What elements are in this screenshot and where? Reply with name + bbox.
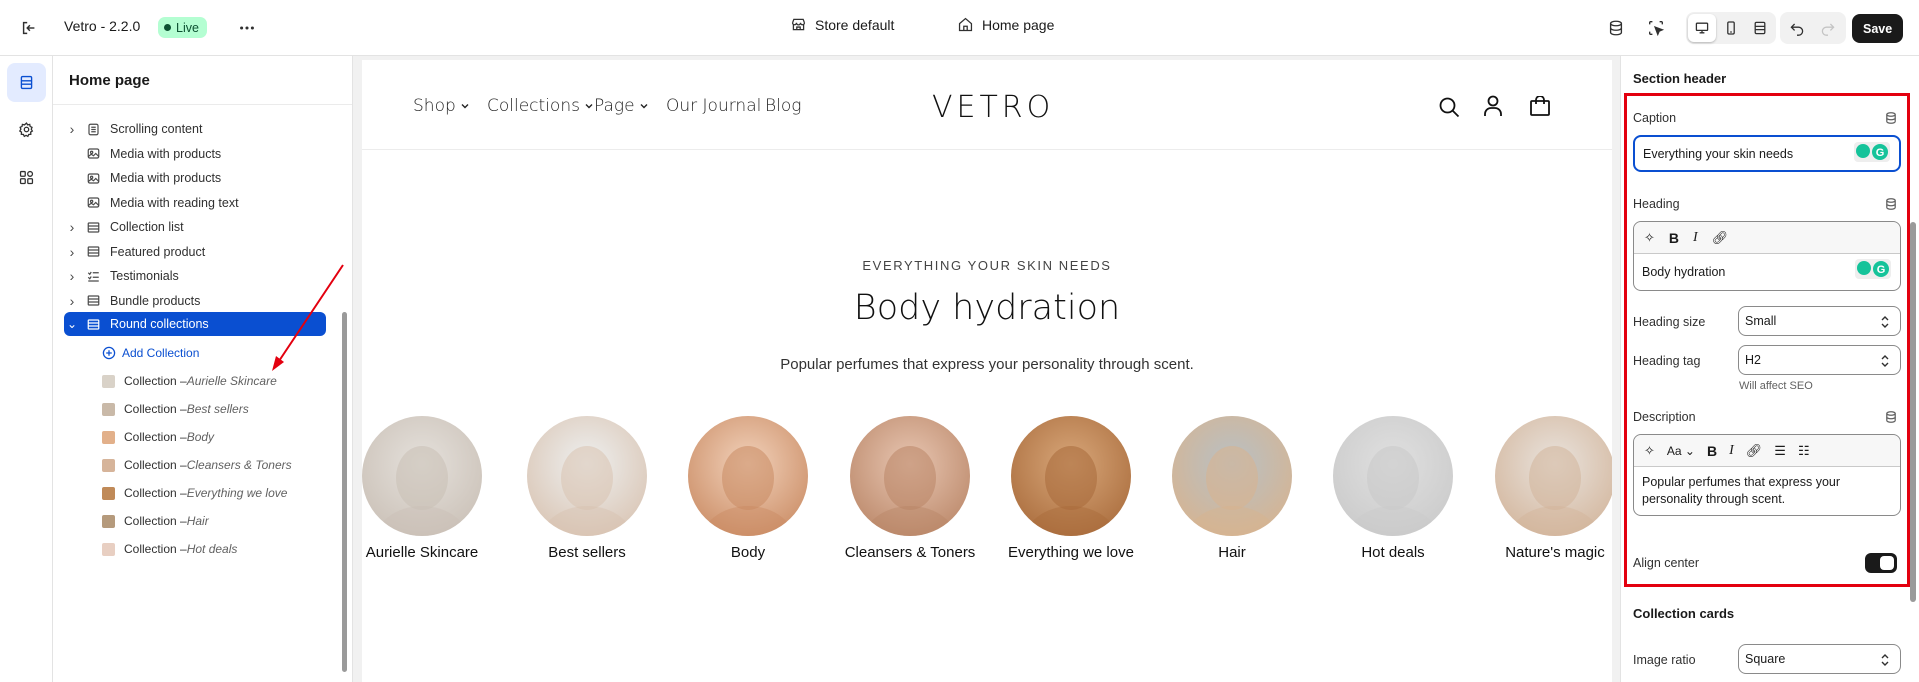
description-toolbar: ✧ Aa ⌄ B I 🔗︎ ☰ ☷ bbox=[1634, 435, 1900, 467]
section-header-title: Section header bbox=[1633, 71, 1727, 86]
align-center-toggle[interactable] bbox=[1865, 553, 1897, 573]
dynamic-source-icon[interactable] bbox=[1884, 410, 1898, 424]
dynamic-source-icon[interactable] bbox=[1884, 197, 1898, 211]
collection-image[interactable] bbox=[362, 416, 482, 536]
collection-title[interactable]: Body bbox=[668, 544, 828, 561]
section-caption: EVERYTHING YOUR SKIN NEEDS bbox=[862, 258, 1112, 273]
caption-label: Caption bbox=[1633, 111, 1677, 125]
select-arrows-icon bbox=[1881, 355, 1889, 367]
description-input[interactable]: Popular perfumes that express your perso… bbox=[1634, 467, 1900, 508]
heading-size-select[interactable]: Small bbox=[1738, 306, 1901, 336]
image-ratio-label: Image ratio bbox=[1633, 653, 1696, 667]
search-icon[interactable] bbox=[1438, 96, 1460, 118]
ai-sparkle-icon[interactable]: ✧ bbox=[1644, 230, 1655, 246]
heading-tag-label: Heading tag bbox=[1633, 354, 1701, 368]
ai-sparkle-icon[interactable]: ✧ bbox=[1644, 443, 1655, 459]
collection-title[interactable]: Hair bbox=[1152, 544, 1312, 561]
collection-image[interactable] bbox=[1495, 416, 1612, 536]
description-label: Description bbox=[1633, 410, 1696, 424]
chevron-down-icon bbox=[585, 104, 593, 109]
store-nav-item[interactable]: Our Journal bbox=[666, 96, 761, 116]
grammarly-icon[interactable]: G bbox=[1855, 259, 1891, 279]
collection-image[interactable] bbox=[1011, 416, 1131, 536]
caption-input[interactable]: Everything your skin needs G bbox=[1633, 135, 1901, 172]
settings-panel: Section header Caption Everything your s… bbox=[1620, 56, 1919, 682]
bullet-list-icon[interactable]: ☰ bbox=[1774, 443, 1786, 459]
collection-title[interactable]: Hot deals bbox=[1313, 544, 1473, 561]
collection-title[interactable]: Aurielle Skincare bbox=[362, 544, 502, 561]
collection-image[interactable] bbox=[850, 416, 970, 536]
dynamic-source-icon[interactable] bbox=[1884, 111, 1898, 125]
collection-title[interactable]: Best sellers bbox=[507, 544, 667, 561]
collection-image[interactable] bbox=[1333, 416, 1453, 536]
svg-text:G: G bbox=[1877, 264, 1886, 276]
cart-bag-icon[interactable] bbox=[1529, 96, 1551, 116]
section-heading: Body hydration bbox=[853, 288, 1121, 328]
collection-image[interactable] bbox=[1172, 416, 1292, 536]
link-icon[interactable]: 🔗︎ bbox=[1746, 443, 1763, 459]
chevron-down-icon bbox=[640, 104, 648, 109]
heading-tag-select[interactable]: H2 bbox=[1738, 345, 1901, 375]
bold-icon[interactable]: B bbox=[1669, 230, 1679, 246]
heading-size-label: Heading size bbox=[1633, 315, 1706, 329]
text-style-icon[interactable]: Aa ⌄ bbox=[1667, 444, 1695, 458]
store-nav-item[interactable]: Page bbox=[594, 96, 649, 116]
heading-label: Heading bbox=[1633, 197, 1680, 211]
italic-icon[interactable]: I bbox=[1729, 443, 1734, 459]
collection-cards-title: Collection cards bbox=[1633, 606, 1735, 621]
select-arrows-icon bbox=[1881, 654, 1889, 666]
account-icon[interactable] bbox=[1483, 95, 1503, 117]
store-logo[interactable]: VETRO bbox=[932, 90, 1054, 125]
right-scrollbar[interactable] bbox=[1910, 222, 1916, 602]
numbered-list-icon[interactable]: ☷ bbox=[1798, 443, 1810, 459]
heading-richtext: ✧ B I 🔗︎ Body hydration G bbox=[1633, 221, 1901, 291]
collection-title[interactable]: Cleansers & Toners bbox=[830, 544, 990, 561]
chevron-down-icon bbox=[461, 104, 469, 109]
description-richtext: ✧ Aa ⌄ B I 🔗︎ ☰ ☷ Popular perfumes that … bbox=[1633, 434, 1901, 516]
collection-title[interactable]: Everything we love bbox=[991, 544, 1151, 561]
collection-image[interactable] bbox=[688, 416, 808, 536]
section-description: Popular perfumes that express your perso… bbox=[780, 356, 1194, 373]
bold-icon[interactable]: B bbox=[1707, 443, 1717, 459]
store-nav-item[interactable]: Collections bbox=[487, 96, 594, 116]
align-center-label: Align center bbox=[1633, 556, 1700, 570]
store-nav-item[interactable]: Shop bbox=[413, 96, 470, 116]
collection-image[interactable] bbox=[527, 416, 647, 536]
store-header: VETRO Shop Collections Page Our Journal Blog bbox=[362, 60, 1612, 150]
heading-tag-help: Will affect SEO bbox=[1739, 380, 1813, 392]
italic-icon[interactable]: I bbox=[1693, 230, 1698, 246]
store-nav-item[interactable]: Blog bbox=[765, 96, 801, 116]
heading-toolbar: ✧ B I 🔗︎ bbox=[1634, 222, 1900, 254]
link-icon[interactable]: 🔗︎ bbox=[1712, 230, 1729, 246]
preview-canvas: VETRO Shop Collections Page Our Journal Blog… bbox=[362, 60, 1612, 682]
select-arrows-icon bbox=[1881, 316, 1889, 328]
svg-text:G: G bbox=[1876, 147, 1885, 159]
image-ratio-select[interactable]: Square bbox=[1738, 644, 1901, 674]
grammarly-icon[interactable]: G bbox=[1854, 142, 1890, 162]
collection-title[interactable]: Nature's magic bbox=[1475, 544, 1612, 561]
toggle-knob bbox=[1880, 556, 1894, 570]
